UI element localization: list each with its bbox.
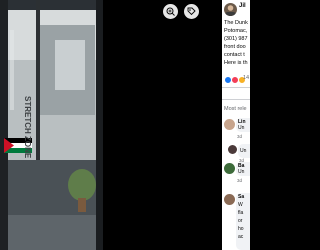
post-text-line: The Dunk [224,20,248,26]
divider [222,99,250,100]
comment-bubble: Ba Un [236,162,250,176]
post-text-line: (301) 987 [224,36,248,42]
photo-viewer: STRETCH ZONE [0,0,222,250]
tag-button[interactable] [184,4,199,19]
commenter-avatar[interactable] [224,119,235,130]
divider [222,87,250,88]
commenter-avatar[interactable] [228,145,237,154]
commenter-avatar[interactable] [224,163,235,174]
post-photo[interactable]: STRETCH ZONE [0,0,103,250]
comment-bubble: Lin Un [236,118,250,132]
reaction-count[interactable]: 14 [243,75,249,81]
comment-text-line: W [238,202,243,208]
post-text-line: front doo [224,44,246,50]
post-text-line: Potomac, [224,28,248,34]
comment-text-line: fla [238,210,244,216]
comment-timestamp[interactable]: 3d [237,178,242,183]
zoom-in-icon [166,7,175,16]
comments-sort-label[interactable]: Most rele [224,106,247,112]
comment-bubble: Un [238,144,250,158]
post-details-panel: Jil The Dunk Potomac, (301) 987 front do… [222,0,250,250]
post-text-line: contact t [224,52,245,58]
author-avatar[interactable] [224,3,237,16]
comment-text: Un [240,148,247,154]
commenter-name[interactable]: Sa [238,194,244,201]
zoom-button[interactable] [163,4,178,19]
comment-text-line: or [238,218,243,224]
comment-text: Un [238,169,245,175]
reaction-summary[interactable] [224,76,246,84]
post-text-line: Here is th [224,60,248,66]
comment-text: Un [238,125,245,131]
tag-icon [187,7,196,16]
author-name[interactable]: Jil [239,3,246,9]
comment-timestamp[interactable]: 3d [237,134,242,139]
comment-text-line: ac [238,234,244,240]
window-lettering: STRETCH ZONE [23,96,32,159]
photo-scene [0,0,103,250]
comment-text-line: ho [238,226,244,232]
commenter-avatar[interactable] [224,194,235,205]
